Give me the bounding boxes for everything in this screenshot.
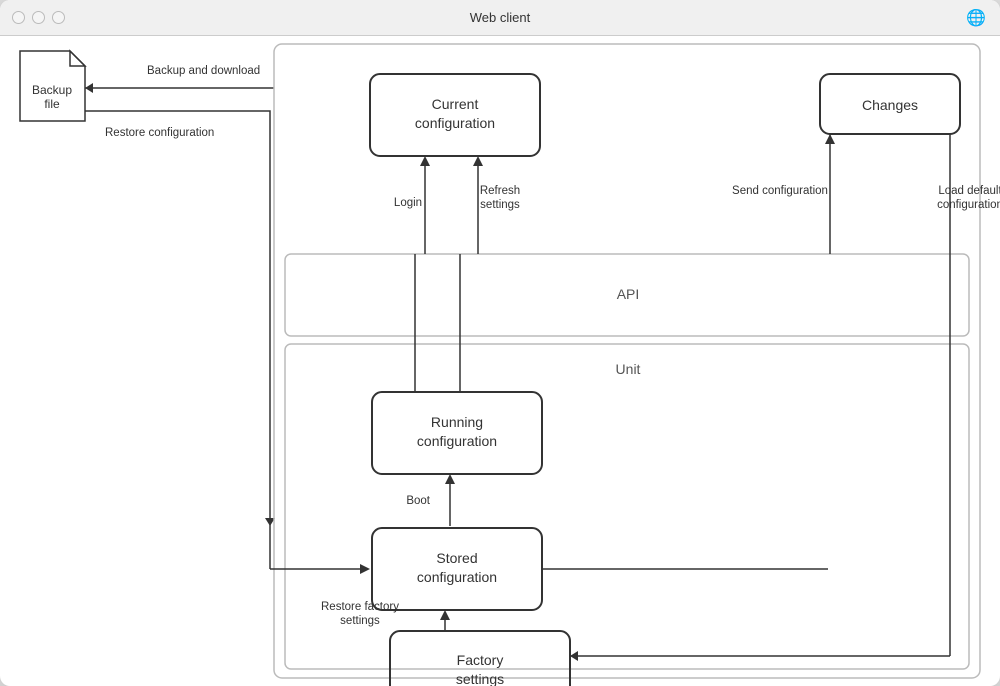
window: Web client 🌐 Backup file Backup and down…	[0, 0, 1000, 686]
send-config-label: Send configuration	[732, 185, 828, 197]
boot-label: Boot	[406, 495, 430, 507]
factory-line1: Factory	[457, 652, 504, 668]
running-config-line2: configuration	[417, 433, 497, 449]
backup-file-group: Backup file	[20, 51, 85, 121]
login-arrow	[420, 156, 430, 166]
refresh-label: Refresh	[480, 185, 520, 197]
close-button[interactable]	[12, 11, 25, 24]
load-default-label2: configuration	[937, 199, 1000, 211]
current-config-line1: Current	[432, 96, 479, 112]
load-default-arrow	[570, 651, 578, 661]
unit-label: Unit	[616, 361, 641, 377]
globe-icon: 🌐	[966, 8, 986, 28]
boot-arrow	[445, 474, 455, 484]
restore-factory-arrow	[440, 610, 450, 620]
architecture-diagram: Backup file Backup and download Restore …	[0, 36, 1000, 686]
backup-file-label2: file	[44, 97, 60, 111]
running-config-line1: Running	[431, 414, 483, 430]
refresh-label2: settings	[480, 199, 520, 211]
refresh-arrow	[473, 156, 483, 166]
api-label: API	[617, 286, 640, 302]
backup-arrow	[85, 83, 93, 93]
restore-config-label: Restore configuration	[105, 127, 214, 139]
minimize-button[interactable]	[32, 11, 45, 24]
restore-into-stored-arrow	[360, 564, 370, 574]
backup-file-label: Backup	[32, 83, 72, 97]
backup-download-label: Backup and download	[147, 65, 260, 77]
window-controls	[12, 11, 65, 24]
diagram-content: Backup file Backup and download Restore …	[0, 36, 1000, 686]
restore-factory-label: Restore factory	[321, 601, 399, 613]
changes-label: Changes	[862, 97, 918, 113]
stored-config-line2: configuration	[417, 569, 497, 585]
stored-config-line1: Stored	[436, 550, 477, 566]
current-config-line2: configuration	[415, 115, 495, 131]
send-config-arrow	[825, 134, 835, 144]
login-label: Login	[394, 197, 422, 209]
factory-line2: settings	[456, 671, 504, 686]
maximize-button[interactable]	[52, 11, 65, 24]
window-title: Web client	[470, 10, 530, 25]
titlebar: Web client 🌐	[0, 0, 1000, 36]
load-default-label: Load default	[938, 185, 1000, 197]
hidden	[410, 156, 420, 166]
restore-factory-label2: settings	[340, 615, 380, 627]
